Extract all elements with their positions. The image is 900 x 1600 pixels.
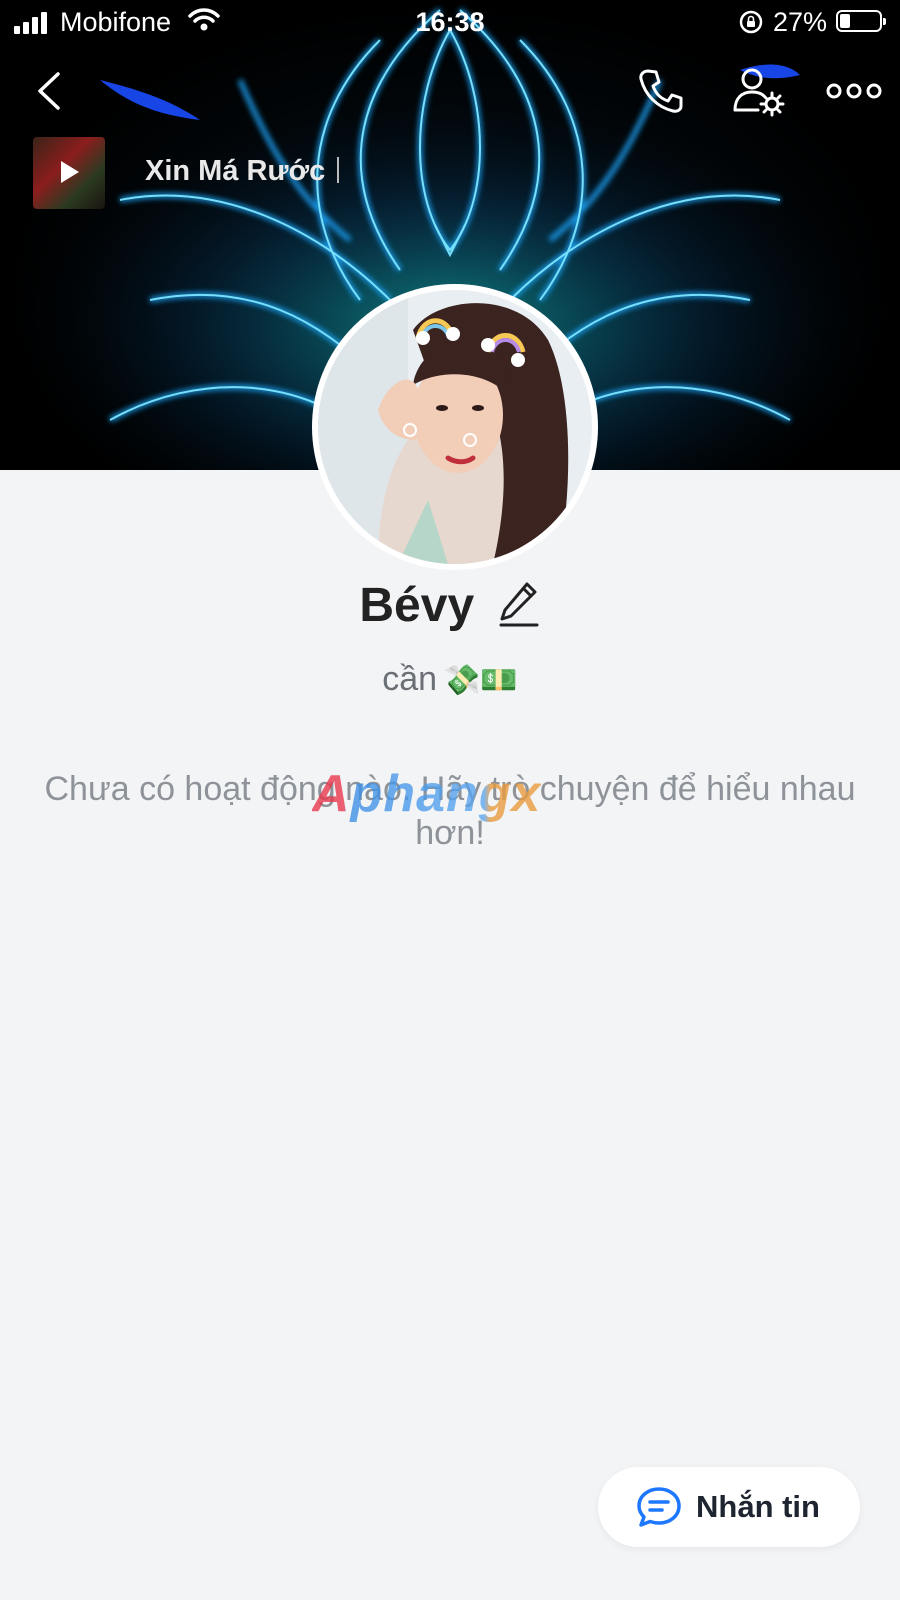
user-settings-button[interactable] [732, 66, 788, 118]
avatar-photo [318, 290, 592, 564]
profile-name-row: Bévy [0, 578, 900, 633]
call-button[interactable] [636, 66, 686, 116]
more-dots-icon [826, 83, 882, 99]
battery-percent: 27% [773, 7, 828, 37]
more-button[interactable] [826, 76, 882, 106]
pencil-icon [499, 582, 539, 627]
message-button[interactable]: Nhắn tin [598, 1467, 860, 1547]
rotation-lock-icon [739, 10, 763, 34]
profile-name: Bévy [359, 579, 475, 632]
chevron-left-icon [38, 72, 60, 110]
battery-icon [836, 10, 886, 32]
music-title[interactable]: Xin Má Rước [145, 155, 339, 188]
battery-level [840, 14, 850, 28]
watermark-logo: Aphangx [312, 765, 542, 823]
music-play-button[interactable] [33, 137, 105, 209]
message-button-label: Nhắn tin [696, 1489, 820, 1524]
status-text: cần [382, 660, 438, 698]
phone-icon [639, 69, 683, 113]
back-button[interactable] [30, 68, 70, 114]
edit-name-button[interactable] [497, 580, 541, 631]
avatar[interactable] [312, 284, 598, 570]
user-settings-icon [733, 68, 785, 117]
money-emoji-icon: 💸💵 [443, 663, 518, 698]
play-icon [61, 161, 79, 183]
status-bar: Mobifone 16:38 27% [0, 0, 900, 44]
clock: 16:38 [415, 7, 485, 37]
profile-status: cần 💸💵 [0, 660, 900, 699]
chat-bubble-icon [637, 1487, 681, 1527]
